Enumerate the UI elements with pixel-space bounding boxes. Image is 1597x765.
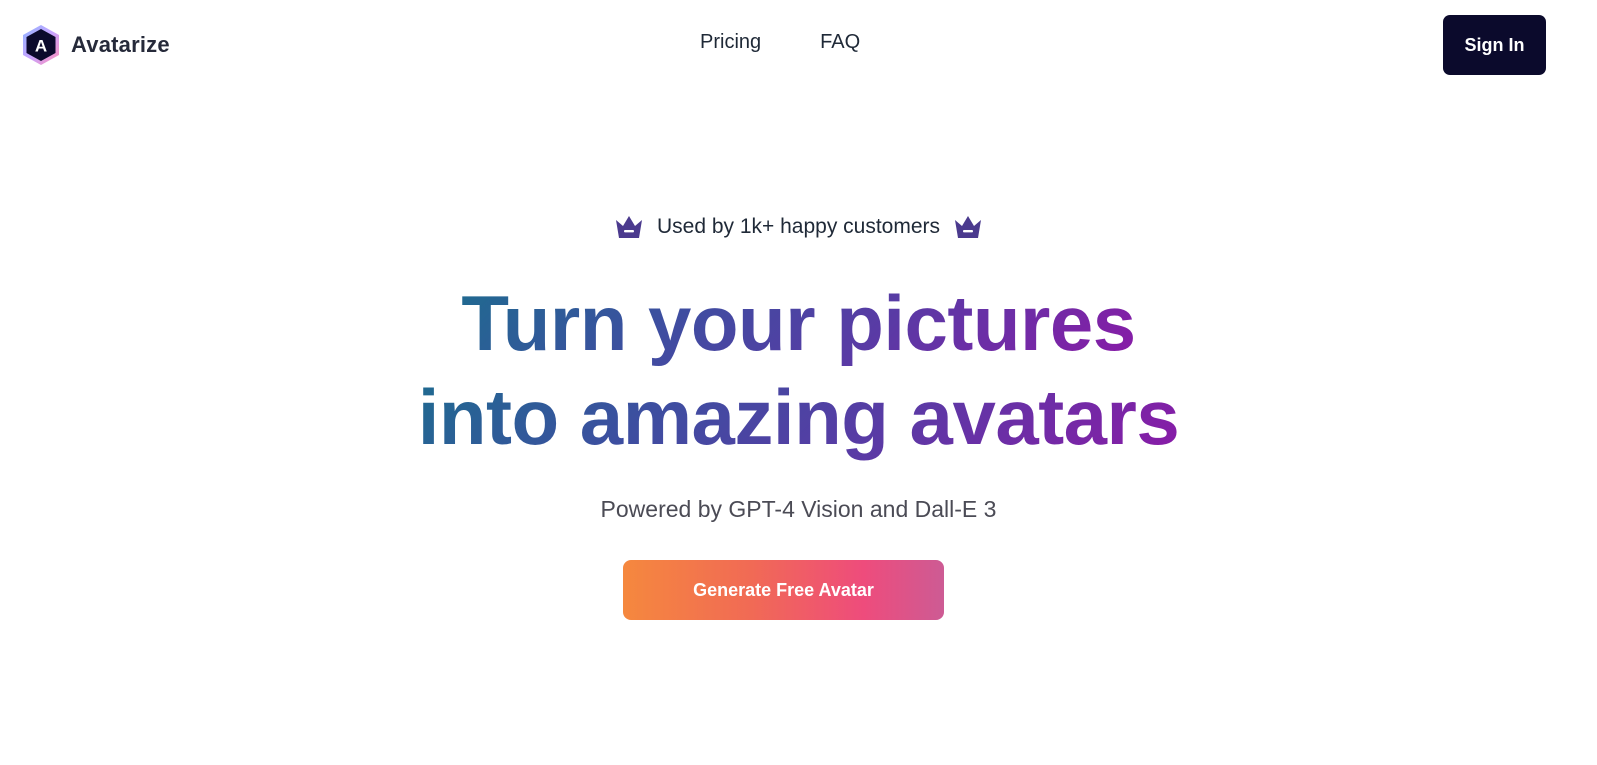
- crown-icon: [955, 216, 982, 238]
- brand-link[interactable]: A Avatarize: [20, 24, 170, 66]
- badge-text: Used by 1k+ happy customers: [656, 215, 941, 238]
- site-header: A Avatarize Pricing FAQ Sign In: [0, 0, 1597, 90]
- nav-link-faq[interactable]: FAQ: [820, 31, 860, 54]
- generate-avatar-button[interactable]: Generate Free Avatar: [623, 560, 944, 620]
- brand-name: Avatarize: [71, 32, 170, 57]
- hero-subtitle: Powered by GPT-4 Vision and Dall-E 3: [600, 496, 997, 522]
- headline-line-1: Turn your pictures: [461, 276, 1136, 370]
- hero-headline: Turn your pictures into amazing avatars: [0, 276, 1597, 464]
- logo-letter: A: [35, 37, 47, 56]
- hexagon-logo-icon: A: [23, 25, 59, 65]
- main-nav: Pricing FAQ: [700, 31, 860, 54]
- sign-in-button[interactable]: Sign In: [1443, 15, 1546, 75]
- headline-line-2: into amazing avatars: [418, 370, 1180, 464]
- nav-link-pricing[interactable]: Pricing: [700, 31, 761, 54]
- customer-badge: Used by 1k+ happy customers: [0, 214, 1597, 240]
- crown-icon: [615, 216, 642, 238]
